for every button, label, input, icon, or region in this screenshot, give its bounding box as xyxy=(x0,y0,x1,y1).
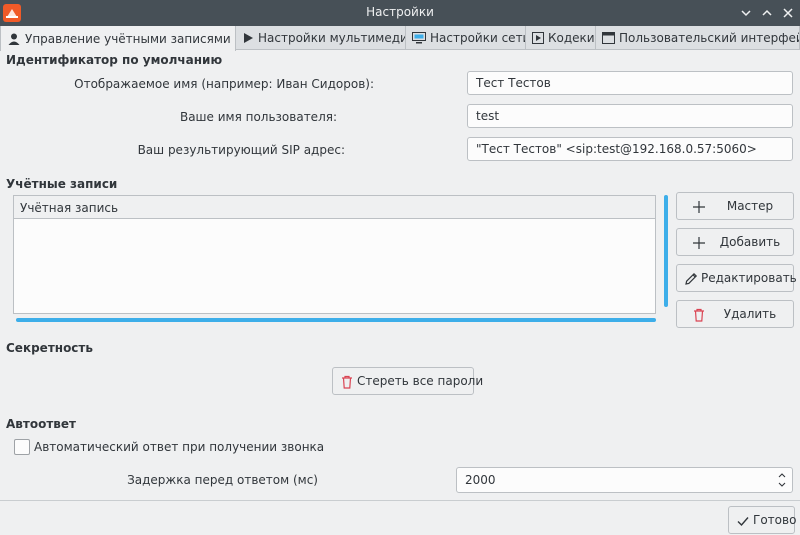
vertical-scrollbar[interactable] xyxy=(664,195,668,307)
tab-bar: Управление учётными записями SIP Настрой… xyxy=(0,26,800,51)
maximize-icon[interactable] xyxy=(757,3,777,23)
tab-multimedia[interactable]: Настройки мультимедиа xyxy=(236,26,406,50)
window-icon xyxy=(602,32,615,44)
close-icon[interactable] xyxy=(778,3,798,23)
window-title: Настройки xyxy=(366,5,434,19)
wizard-button-label: Мастер xyxy=(726,199,774,213)
trash-icon xyxy=(691,307,707,323)
minimize-icon[interactable] xyxy=(736,3,756,23)
delay-value: 2000 xyxy=(465,473,496,487)
clear-passwords-button-label: Стереть все пароли xyxy=(357,374,484,388)
tab-label: Кодеки xyxy=(548,31,595,45)
autoanswer-checkbox[interactable] xyxy=(14,439,30,455)
add-account-button[interactable]: Добавить xyxy=(676,228,794,256)
footer-divider xyxy=(0,500,800,501)
title-bar: Настройки xyxy=(0,0,800,26)
clear-passwords-button[interactable]: Стереть все пароли xyxy=(332,367,484,395)
tab-label: Настройки мультимедиа xyxy=(258,31,406,45)
sip-address-label: Ваш результирующий SIP адрес: xyxy=(137,143,345,157)
delete-account-button-label: Удалить xyxy=(723,307,777,321)
accounts-section-title: Учётные записи xyxy=(6,177,118,191)
delete-account-button[interactable]: Удалить xyxy=(676,300,794,328)
pencil-icon xyxy=(683,271,699,287)
user-icon xyxy=(8,33,20,45)
network-icon xyxy=(412,32,426,44)
display-name-field[interactable]: Тест Тестов xyxy=(467,71,793,95)
privacy-section-title: Секретность xyxy=(6,341,93,355)
horizontal-scrollbar[interactable] xyxy=(16,318,656,322)
username-label: Ваше имя пользователя: xyxy=(179,110,337,124)
delay-spinbox[interactable]: 2000 xyxy=(456,467,793,493)
plus-icon xyxy=(691,199,707,215)
autoanswer-section-title: Автоответ xyxy=(6,417,76,431)
delay-label: Задержка перед ответом (мс) xyxy=(127,473,318,487)
column-header-account[interactable]: Учётная запись xyxy=(14,196,655,219)
sip-address-field[interactable]: "Тест Тестов" <sip:test@192.168.0.57:506… xyxy=(467,137,793,161)
tab-user-interface[interactable]: Пользовательский интерфейс xyxy=(596,26,800,50)
tab-network[interactable]: Настройки сети xyxy=(406,26,526,50)
plus-icon xyxy=(691,235,707,251)
edit-account-button[interactable]: Редактировать xyxy=(676,264,797,292)
done-button[interactable]: Готово xyxy=(728,506,797,534)
checkmark-icon xyxy=(735,513,751,529)
autoanswer-checkbox-label[interactable]: Автоматический ответ при получении звонк… xyxy=(34,440,324,454)
spin-arrows-icon[interactable] xyxy=(777,471,787,489)
tab-label: Пользовательский интерфейс xyxy=(619,31,800,45)
autoanswer-checkbox-row[interactable]: Автоматический ответ при получении звонк… xyxy=(14,439,324,455)
tab-label: Управление учётными записями SIP xyxy=(25,31,236,46)
trash-icon xyxy=(339,374,355,390)
wizard-button[interactable]: Мастер xyxy=(676,192,794,220)
display-name-label: Отображаемое имя (например: Иван Сидоров… xyxy=(74,77,374,91)
accounts-table[interactable]: Учётная запись xyxy=(13,195,656,314)
username-field[interactable]: test xyxy=(467,104,793,128)
tab-codecs[interactable]: Кодеки xyxy=(526,26,596,50)
done-button-label: Готово xyxy=(753,513,797,527)
edit-account-button-label: Редактировать xyxy=(701,271,797,285)
tab-label: Настройки сети xyxy=(430,31,526,45)
add-account-button-label: Добавить xyxy=(719,235,781,249)
play-icon xyxy=(244,33,253,43)
tab-sip-accounts[interactable]: Управление учётными записями SIP xyxy=(0,26,236,51)
codec-icon xyxy=(532,32,544,44)
identity-section-title: Идентификатор по умолчанию xyxy=(6,53,223,67)
